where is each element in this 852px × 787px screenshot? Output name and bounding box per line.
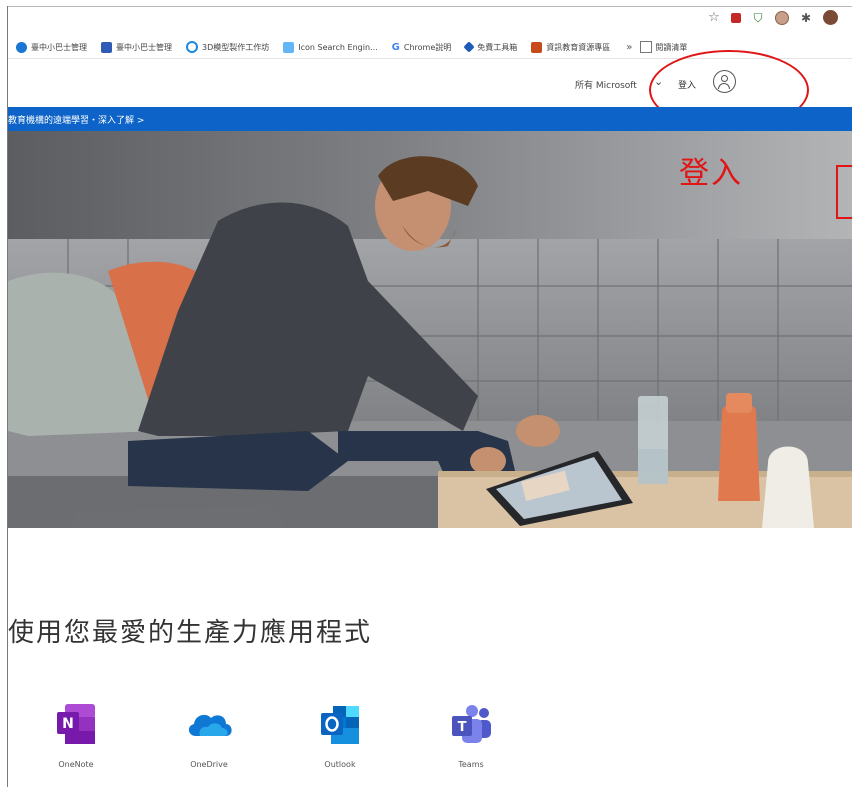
bookmark-item[interactable]: 3D模型製作工作坊 [186,41,269,53]
profile-avatar-icon[interactable] [823,10,838,25]
all-microsoft-menu[interactable]: 所有 Microsoft [575,78,637,91]
app-label: OneDrive [190,760,228,769]
flag-icon [463,41,475,53]
bookmark-label: 臺中小巴士管理 [116,42,172,52]
app-tile-outlook[interactable]: Outlook [300,700,380,769]
circle-icon [16,41,27,53]
app-label: Outlook [324,760,356,769]
bookmarks-overflow-button[interactable]: » [626,42,632,53]
bookmark-item[interactable]: 臺中小巴士管理 [16,41,87,53]
app-label: Teams [458,760,484,769]
onenote-icon: N [51,700,101,750]
apps-row: N OneNote OneDrive Outlook T Teams [8,700,852,787]
bookmark-label: 資訊教育資源專區 [546,42,611,52]
app-tile-teams[interactable]: T Teams [431,700,511,769]
bookmark-item[interactable]: G Chrome說明 [392,42,452,53]
reading-list-icon [640,41,653,53]
bookmark-label: Icon Search Engin... [298,42,378,52]
screenshot-frame: ☆ ⛉ ✱ 臺中小巴士管理 臺中小巴士管理 3D模型製作工作坊 Icon Sea… [0,0,852,787]
reading-list-label: 閱讀清單 [655,42,688,52]
bookmark-label: 3D模型製作工作坊 [202,42,270,52]
browser-toolbar: ☆ ⛉ ✱ [8,7,852,36]
onedrive-icon [184,700,234,750]
bookmark-item[interactable]: 免費工具箱 [463,41,518,53]
app-label: OneNote [58,760,94,769]
round-extension-icon[interactable] [775,10,789,25]
extension-icons: ☆ ⛉ ✱ [707,10,838,25]
bookmark-label: 免費工具箱 [477,42,518,52]
bookmark-label: Chrome說明 [403,42,452,52]
puzzle-icon[interactable]: ✱ [799,11,813,25]
red-square-icon[interactable] [731,12,741,23]
app-tile-onedrive[interactable]: OneDrive [169,700,249,769]
blue-square-icon [283,41,295,53]
bookmark-item[interactable]: Icon Search Engin... [283,41,378,53]
bookmark-label: 臺中小巴士管理 [31,42,87,52]
app-tile-onenote[interactable]: N OneNote [36,700,116,769]
facebook-icon [101,41,112,53]
annotation-label: 登入 [679,156,743,191]
google-icon: G [391,41,400,53]
reading-list-button[interactable]: 閱讀清單 [640,41,687,53]
red-square-icon [531,41,543,53]
annotation-box [836,165,852,219]
ring-icon [186,41,198,53]
remote-learning-banner[interactable]: 教育機構的遠端學習・深入了解 > [8,107,852,131]
bookmark-item[interactable]: 臺中小巴士管理 [101,41,172,53]
teams-icon: T [446,700,496,750]
banner-link[interactable]: 教育機構的遠端學習・深入了解 > [8,113,144,126]
svg-text:N: N [62,716,74,732]
svg-text:T: T [458,720,467,735]
shield-icon[interactable]: ⛉ [751,11,765,25]
bookmark-item[interactable]: 資訊教育資源專區 [531,41,611,53]
outlook-icon [315,700,365,750]
apps-section-title: 使用您最愛的生產力應用程式 [8,618,373,648]
star-icon[interactable]: ☆ [707,10,721,25]
